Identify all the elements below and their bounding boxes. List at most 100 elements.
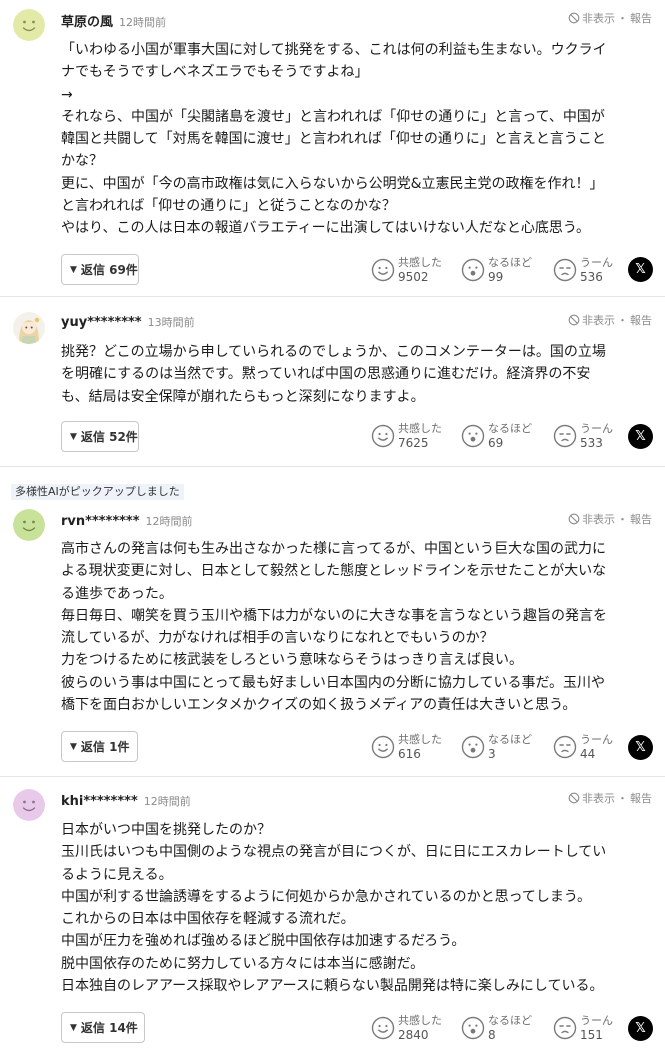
- reaction-hmm-button[interactable]: うーん 44: [553, 730, 613, 764]
- comment-line: 力をつけるために核武装をしろという意味ならそうはっきり言えば良い。: [61, 652, 523, 669]
- comment-line: るように見える。: [61, 866, 173, 883]
- ai-pickup-label: 多様性AIがピックアップしました: [11, 484, 184, 500]
- avatar[interactable]: [13, 312, 45, 344]
- comment-body: 挑発？どこの立場から申していられるのでしょうか、このコメンテーターは。国の立場 …: [61, 341, 655, 408]
- reaction-insight-button[interactable]: なるほど 69: [461, 419, 532, 453]
- report-link[interactable]: 報告: [630, 10, 652, 26]
- username-text[interactable]: rvn********: [61, 514, 140, 529]
- comment-divider: [0, 466, 665, 467]
- reply-toggle-button[interactable]: ▼ 返信 52件: [61, 421, 139, 452]
- reaction-label: なるほど: [488, 1014, 532, 1027]
- avatar[interactable]: [13, 9, 45, 41]
- hide-link[interactable]: 非表示: [582, 312, 615, 328]
- username[interactable]: 草原の風 12時間前: [61, 11, 166, 30]
- hide-link[interactable]: 非表示: [582, 511, 615, 527]
- caret-down-icon: ▼: [70, 431, 77, 442]
- reply-count-label: 返信 1件: [80, 740, 130, 754]
- reaction-count: 616: [398, 747, 421, 761]
- comment-4: khi******** 12時間前 非表示・報告 日本がいつ中国を挑発したのか？ …: [0, 777, 665, 1055]
- surprised-reaction-icon: [461, 258, 485, 282]
- reaction-hmm-button[interactable]: うーん 151: [553, 1011, 613, 1045]
- surprised-reaction-icon: [461, 424, 485, 448]
- comment-line: 玉川氏はいつも中国側のような視点の発言が目につくが、日に日にエスカレートしてい: [61, 844, 607, 861]
- comment-line: 中国が利する世論誘導をするように何処からか急かされているのかと思ってしまう。: [61, 888, 592, 905]
- hide-link[interactable]: 非表示: [582, 10, 615, 26]
- hide-report-links: 非表示・報告: [568, 511, 652, 527]
- comment-2: yuy******** 13時間前 非表示・報告 挑発？どこの立場から申していられ…: [0, 297, 665, 465]
- reaction-label: 共感した: [398, 422, 442, 435]
- username-text[interactable]: khi********: [61, 794, 138, 809]
- x-share-button[interactable]: 𝕏: [628, 424, 653, 449]
- comment-line: 「いわゆる小国が軍事大国に対して挑発をする、これは何の利益も生まない。ウクライ: [61, 42, 607, 58]
- reaction-empathy-button[interactable]: 共感した 9502: [371, 253, 442, 287]
- post-time: 12時間前: [145, 515, 193, 528]
- reply-toggle-button[interactable]: ▼ 返信 14件: [61, 1012, 145, 1043]
- reaction-empathy-button[interactable]: 共感した 2840: [371, 1011, 442, 1045]
- thinking-reaction-icon: [553, 258, 577, 282]
- comment-body: 高市さんの発言は何も生み出さなかった様に言ってるが、中国という巨大な国の武力に …: [61, 538, 655, 716]
- reaction-label: なるほど: [488, 256, 532, 269]
- username[interactable]: khi******** 12時間前: [61, 793, 191, 809]
- reaction-count: 99: [488, 270, 504, 284]
- reaction-insight-button[interactable]: なるほど 3: [461, 730, 532, 764]
- x-logo-icon: 𝕏: [635, 262, 646, 277]
- reaction-count: 2840: [398, 1028, 429, 1042]
- reply-count-label: 返信 69件: [80, 263, 138, 277]
- hide-icon: [568, 513, 580, 525]
- x-share-button[interactable]: 𝕏: [628, 735, 653, 760]
- comment-line: 更に、中国が「今の高市政権は気に入らないから公明党&立憲民主党の政権を作れ！」: [61, 175, 604, 192]
- avatar[interactable]: [13, 509, 45, 541]
- smiley-avatar-icon: [13, 789, 45, 821]
- comment-line: 橋下を面白おかしいエンタメかクイズの如く扱うメディアの責任は大きいと思う。: [61, 697, 577, 714]
- reaction-hmm-button[interactable]: うーん 536: [553, 253, 613, 287]
- comment-line: を明確にするのは当然です。黙っていれば中国の思惑通りに進むだけ。経済界の不安: [61, 366, 591, 383]
- reply-toggle-button[interactable]: ▼ 返信 1件: [61, 731, 138, 762]
- caret-down-icon: ▼: [70, 741, 77, 752]
- reaction-hmm-button[interactable]: うーん 533: [553, 419, 613, 453]
- username-text[interactable]: yuy********: [61, 315, 142, 330]
- caret-down-icon: ▼: [70, 1022, 77, 1033]
- reaction-label: うーん: [580, 256, 613, 269]
- comment-line: 彼らのいう事は中国にとって最も好ましい日本国内の分断に協力している事だ。玉川や: [61, 674, 606, 691]
- post-time: 12時間前: [119, 16, 167, 29]
- separator: ・: [617, 12, 628, 25]
- surprised-reaction-icon: [461, 735, 485, 759]
- username[interactable]: yuy******** 13時間前: [61, 314, 195, 330]
- username-text[interactable]: 草原の風: [61, 15, 113, 30]
- x-share-button[interactable]: 𝕏: [628, 1016, 653, 1041]
- reaction-count: 536: [580, 270, 603, 284]
- hide-link[interactable]: 非表示: [582, 790, 615, 806]
- smiley-avatar-icon: [13, 509, 45, 541]
- post-time: 12時間前: [143, 795, 191, 808]
- avatar[interactable]: [13, 789, 45, 821]
- reaction-count: 533: [580, 436, 603, 450]
- comment-line: 日本がいつ中国を挑発したのか？: [61, 822, 271, 838]
- reaction-count: 69: [488, 436, 504, 450]
- comment-line: 中国が圧力を強めれば強めるほど脱中国依存は加速するだろう。: [61, 933, 466, 950]
- reaction-count: 3: [488, 747, 496, 761]
- hide-icon: [568, 792, 580, 804]
- report-link[interactable]: 報告: [630, 790, 652, 806]
- username[interactable]: rvn******** 12時間前: [61, 513, 193, 529]
- reaction-empathy-button[interactable]: 共感した 616: [371, 730, 442, 764]
- x-share-button[interactable]: 𝕏: [628, 257, 653, 282]
- report-link[interactable]: 報告: [630, 511, 652, 527]
- separator: ・: [617, 792, 628, 805]
- reaction-insight-button[interactable]: なるほど 99: [461, 253, 532, 287]
- comment-line: やはり、この人は日本の報道バラエティーに出演してはいけない人だなと心底思う。: [61, 220, 591, 237]
- comment-line: ナでもそうですしベネズエラでもそうですよね」: [61, 64, 369, 81]
- reaction-count: 9502: [398, 270, 429, 284]
- character-avatar-icon: [13, 312, 45, 344]
- reaction-empathy-button[interactable]: 共感した 7625: [371, 419, 442, 453]
- report-link[interactable]: 報告: [630, 312, 652, 328]
- reply-toggle-button[interactable]: ▼ 返信 69件: [61, 254, 139, 285]
- reaction-label: なるほど: [488, 733, 532, 746]
- surprised-reaction-icon: [461, 1016, 485, 1040]
- comment-line: 脱中国依存のために努力している方々には本当に感謝だ。: [61, 955, 425, 972]
- separator: ・: [617, 513, 628, 526]
- smile-reaction-icon: [371, 424, 395, 448]
- hide-icon: [568, 314, 580, 326]
- reaction-insight-button[interactable]: なるほど 8: [461, 1011, 532, 1045]
- comment-line: 高市さんの発言は何も生み出さなかった様に言ってるが、中国という巨大な国の武力に: [61, 541, 607, 557]
- comment-line: 毎日毎日、嘲笑を買う玉川や橋下は力がないのに大きな事を言うなという趣旨の発言を: [61, 607, 607, 624]
